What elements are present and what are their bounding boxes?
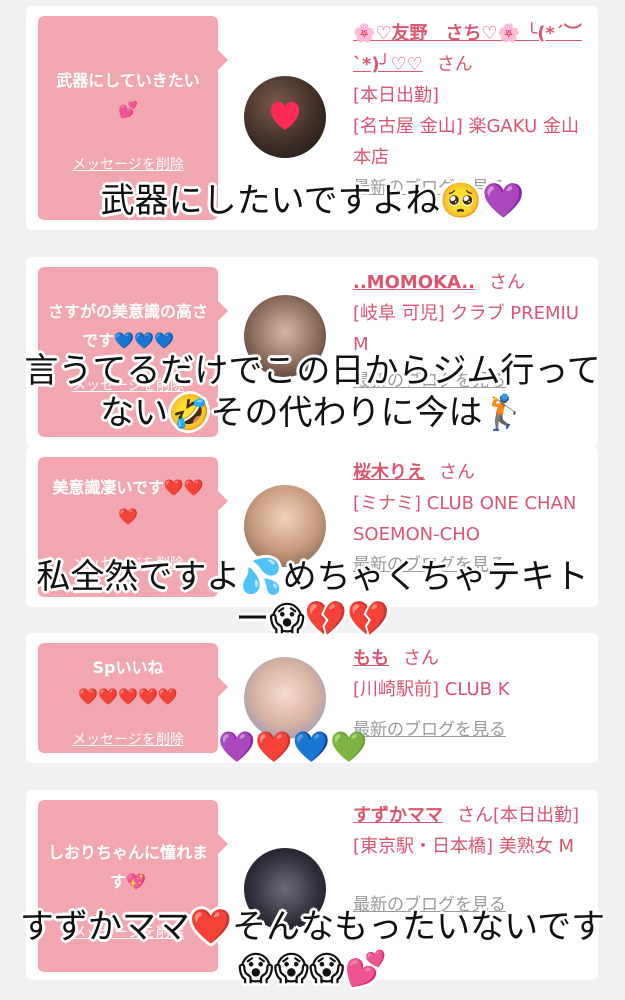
avatar[interactable]	[244, 76, 326, 158]
heart-sticker-icon	[270, 101, 300, 130]
heart-emoji-row: 💜❤️💙💚	[218, 730, 368, 765]
caption-3: 私全然ですよ💦めちゃくちゃテキトー😱💔💔	[36, 557, 589, 639]
caption-2: 言うてるだけでこの日からジム行ってない🤣その代わりに今は🏌️	[24, 351, 601, 433]
message-text: さすがの美意識の高さです💙💙💙	[48, 302, 209, 350]
profile-name-link[interactable]: ..MOMOKA..	[353, 272, 475, 293]
honorific: さん	[489, 272, 525, 293]
shop-text: [東京駅・日本橋] 美熟女 M	[353, 836, 575, 857]
message-text: Spいいね	[92, 658, 164, 677]
profile-name-link[interactable]: もも	[353, 648, 389, 669]
honorific: さん	[436, 54, 473, 75]
status-text: [本日出勤]	[353, 85, 440, 106]
delete-message-link[interactable]: メッセージを削除	[38, 154, 218, 174]
shop-text: [川崎駅前] CLUB K	[353, 679, 510, 700]
honorific: さん	[439, 462, 475, 483]
shop-text: [ミナミ] CLUB ONE CHAN SOEMON-CHO	[353, 493, 577, 545]
message-text: 美意識凄いです❤️❤️❤️	[52, 478, 204, 526]
profile-name-link[interactable]: 桜木りえ	[353, 462, 425, 483]
profile-name-link[interactable]: すずかママ	[353, 805, 443, 826]
honorific: さん[本日出勤]	[457, 805, 580, 826]
profile-info: すずかママ さん[本日出勤] [東京駅・日本橋] 美熟女 M 最新のブログを見る	[353, 800, 588, 921]
caption-1: 武器にしたいですよね🥺💜	[100, 181, 525, 221]
shop-text: [名古屋 金山] 楽GAKU 金山本店	[353, 116, 579, 168]
caption-5: すずかママ❤️そんなもったいないです😱😱😱💕	[19, 907, 606, 989]
blog-link[interactable]: 最新のブログを見る	[353, 715, 588, 746]
honorific: さん	[403, 648, 439, 669]
message-text: しおりちゃんに憧れます💖	[48, 843, 209, 891]
avatar[interactable]	[244, 485, 326, 567]
message-hearts: ❤️❤️❤️❤️❤️	[78, 687, 178, 706]
profile-info: もも さん [川崎駅前] CLUB K 最新のブログを見る	[353, 643, 588, 746]
profile-info: 🌸♡友野 さち♡🌸 ╰(*´︶`*)╯♡♡ さん [本日出勤] [名古屋 金山] …	[353, 18, 588, 204]
delete-message-link[interactable]: メッセージを削除	[38, 729, 218, 749]
message-bubble: Spいいね ❤️❤️❤️❤️❤️ メッセージを削除	[38, 643, 228, 753]
message-text: 武器にしていきたい💕	[56, 71, 200, 119]
avatar[interactable]	[244, 657, 326, 739]
